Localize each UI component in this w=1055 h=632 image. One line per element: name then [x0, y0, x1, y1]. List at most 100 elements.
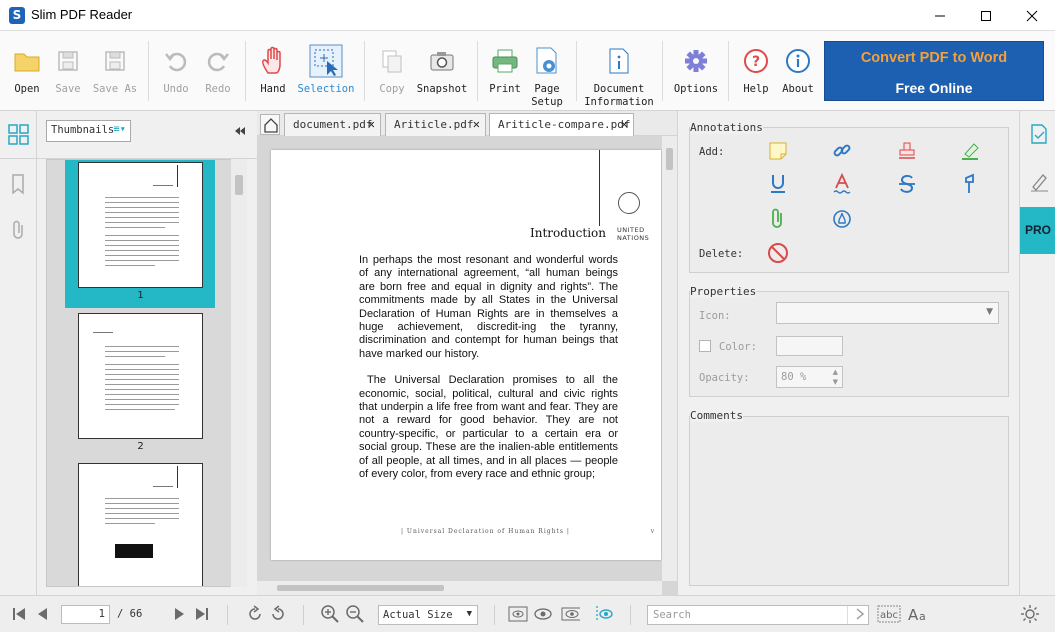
- search-input[interactable]: Search: [647, 605, 869, 625]
- spinner-down-icon: ▼: [832, 378, 838, 386]
- collapse-panel-icon[interactable]: [234, 125, 246, 137]
- close-tab-icon[interactable]: ✕: [473, 117, 480, 131]
- maximize-button[interactable]: [963, 0, 1009, 31]
- redo-button[interactable]: Redo: [198, 31, 238, 111]
- current-page-input[interactable]: 1: [61, 605, 110, 624]
- about-icon: [786, 49, 810, 73]
- annotation-list-icon[interactable]: [1029, 123, 1049, 145]
- rotate-counterclockwise-icon: [272, 605, 284, 620]
- sound-icon[interactable]: [831, 208, 853, 230]
- next-page-button[interactable]: [169, 604, 189, 624]
- selection-icon: [309, 44, 343, 78]
- save-as-button[interactable]: Save As: [92, 31, 138, 111]
- zoom-out-button[interactable]: [345, 604, 365, 624]
- undo-icon: [165, 52, 187, 72]
- first-page-button[interactable]: [9, 604, 29, 624]
- last-page-button[interactable]: [192, 604, 212, 624]
- about-button[interactable]: About: [778, 31, 818, 111]
- read-mode-button[interactable]: [533, 604, 553, 624]
- thumbnail-page-1[interactable]: [78, 162, 203, 288]
- thumbnails-toggle[interactable]: [0, 111, 37, 159]
- options-button[interactable]: Options: [673, 31, 719, 111]
- link-icon[interactable]: [831, 140, 853, 162]
- opacity-spinner[interactable]: 80 % ▲ ▼: [776, 366, 843, 388]
- chevron-down-icon: ▼: [986, 307, 993, 317]
- close-button[interactable]: [1009, 0, 1055, 31]
- fullscreen-eye-icon: [561, 607, 580, 621]
- search-go-button[interactable]: [850, 604, 870, 624]
- single-page-view-button[interactable]: [508, 604, 528, 624]
- attachment-icon[interactable]: [9, 219, 29, 241]
- thumbnail-page-2[interactable]: [78, 313, 203, 439]
- help-button[interactable]: ? Help: [736, 31, 776, 111]
- color-picker[interactable]: [776, 336, 843, 356]
- save-icon: [58, 51, 78, 71]
- add-label: Add:: [699, 146, 725, 158]
- minimize-button[interactable]: [917, 0, 963, 31]
- hand-tool-button[interactable]: Hand: [253, 31, 293, 111]
- tab-ariticle-compare-pdf[interactable]: Ariticle-compare.pdf ✕: [489, 113, 634, 136]
- strikethrough-icon[interactable]: [896, 173, 918, 195]
- document-vertical-scrollbar[interactable]: [662, 136, 677, 581]
- sun-icon: [1021, 605, 1039, 623]
- focus-eye-icon: [596, 606, 613, 622]
- tab-document-pdf[interactable]: document.pdf ✕: [284, 113, 381, 136]
- grid-icon: [8, 124, 29, 145]
- chevron-right-icon: [856, 608, 865, 620]
- document-information-button[interactable]: Document Information: [584, 31, 654, 111]
- thumbnails-panel: Thumbnails ≡▾ 1 2: [37, 111, 257, 595]
- convert-pdf-to-word-button[interactable]: Convert PDF to Word Free Online: [824, 41, 1044, 101]
- zoom-in-button[interactable]: [320, 604, 340, 624]
- icon-label: Icon:: [699, 310, 731, 322]
- convert-subtitle: Free Online: [895, 80, 973, 96]
- night-mode-button[interactable]: [594, 604, 614, 624]
- selection-tool-button[interactable]: Selection: [296, 31, 356, 111]
- zoom-out-icon: [346, 605, 364, 623]
- rotate-counterclockwise-button[interactable]: [268, 604, 288, 624]
- squiggly-text-icon[interactable]: [831, 173, 853, 195]
- highlighter-icon[interactable]: [959, 140, 981, 162]
- brightness-button[interactable]: [1020, 604, 1040, 624]
- stamp-icon[interactable]: [896, 140, 918, 162]
- folder-icon: [14, 53, 40, 72]
- close-tab-icon[interactable]: ✕: [368, 117, 375, 131]
- previous-page-button[interactable]: [33, 604, 53, 624]
- fullscreen-view-button[interactable]: [560, 604, 580, 624]
- signature-pen-icon[interactable]: [1028, 171, 1050, 193]
- thumbnail-page-3[interactable]: [78, 463, 203, 586]
- document-horizontal-scrollbar[interactable]: [257, 581, 662, 595]
- paperclip-icon[interactable]: [767, 208, 789, 230]
- bookmark-icon[interactable]: [9, 173, 29, 195]
- open-button[interactable]: Open: [7, 31, 47, 111]
- page-setup-icon: [536, 47, 557, 74]
- thumbnails-dropdown[interactable]: Thumbnails ≡▾: [46, 120, 131, 142]
- copy-button[interactable]: Copy: [372, 31, 412, 111]
- opacity-label: Opacity:: [699, 372, 750, 384]
- snapshot-button[interactable]: Snapshot: [416, 31, 468, 111]
- zoom-select[interactable]: Actual Size ▼: [378, 605, 478, 625]
- underline-icon[interactable]: [767, 173, 789, 195]
- close-tab-icon[interactable]: ✕: [621, 117, 628, 131]
- annotation-panel: Annotations Add: Delete: Properties Icon…: [677, 111, 1019, 595]
- font-size-button[interactable]: Aa: [906, 604, 930, 624]
- print-button[interactable]: Print: [485, 31, 525, 111]
- match-case-button[interactable]: abc: [877, 604, 901, 624]
- undo-button[interactable]: Undo: [156, 31, 196, 111]
- rotate-clockwise-icon: [249, 605, 261, 620]
- sticky-note-icon[interactable]: [767, 140, 789, 162]
- thumbnails-scrollbar[interactable]: [231, 159, 247, 587]
- document-viewer[interactable]: Introduction UNITED NATIONS In perhaps t…: [257, 136, 677, 595]
- tab-ariticle-pdf[interactable]: Ariticle.pdf ✕: [385, 113, 486, 136]
- first-page-icon: [13, 608, 25, 620]
- icon-select[interactable]: ▼: [776, 302, 999, 324]
- rotate-clockwise-button[interactable]: [245, 604, 265, 624]
- save-button[interactable]: Save: [48, 31, 88, 111]
- page-setup-button[interactable]: Page Setup: [527, 31, 567, 111]
- pushpin-icon[interactable]: [959, 173, 981, 195]
- home-tab[interactable]: [260, 114, 280, 135]
- pro-badge[interactable]: PRO: [1020, 207, 1055, 254]
- delete-annotation-icon[interactable]: [767, 242, 789, 264]
- color-checkbox[interactable]: [699, 340, 711, 352]
- svg-text:abc: abc: [880, 610, 898, 621]
- app-logo-icon: S: [9, 7, 25, 24]
